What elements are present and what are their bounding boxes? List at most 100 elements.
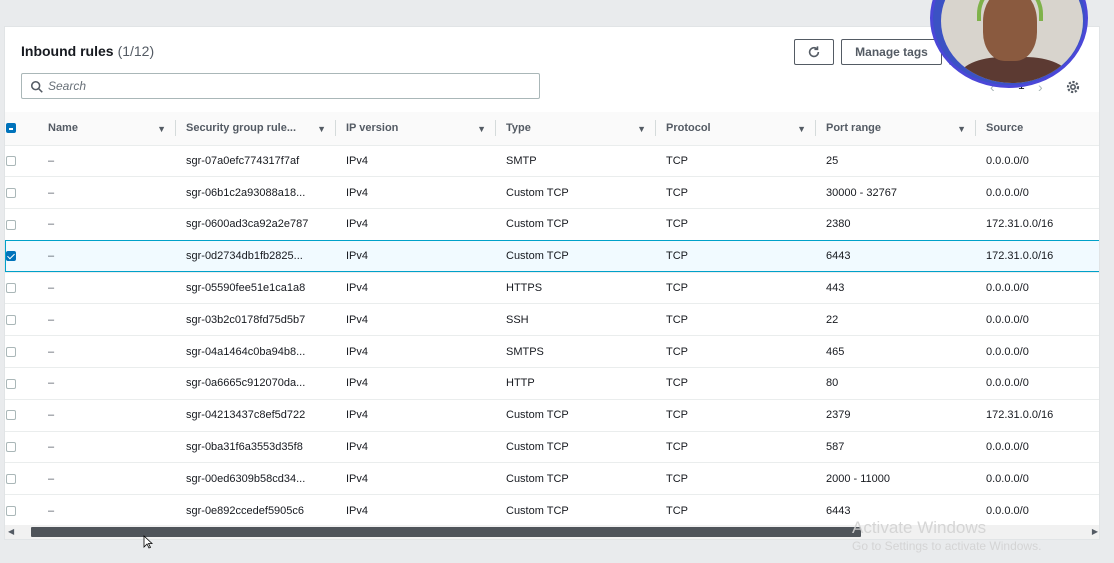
column-header-protocol[interactable]: Protocol ▼: [656, 112, 816, 146]
cell-source: 0.0.0.0/0: [986, 345, 1029, 358]
row-select-cell: [5, 463, 38, 495]
sort-icon[interactable]: ▼: [637, 124, 646, 134]
cell-rule-id: sgr-0d2734db1fb2825...: [186, 250, 303, 263]
row-checkbox[interactable]: [6, 155, 16, 166]
row-select-cell: [5, 240, 38, 272]
sort-icon[interactable]: ▼: [157, 124, 166, 134]
inbound-rules-panel: Inbound rules(1/12) Manage tags ‹ 1 ›: [4, 26, 1100, 540]
watermark-title: Activate Windows: [852, 518, 987, 537]
refresh-icon: [808, 46, 820, 58]
cell-protocol: TCP: [666, 154, 688, 167]
cell-type: Custom TCP: [506, 186, 569, 199]
cell-rule-id: sgr-03b2c0178fd75d5b7: [186, 313, 306, 326]
cell-protocol: TCP: [666, 377, 688, 390]
cell-protocol: TCP: [666, 250, 688, 263]
panel-title: Inbound rules (1/12): [21, 43, 154, 59]
cell-rule-id: sgr-05590fee51e1ca1a8: [186, 282, 306, 295]
row-checkbox[interactable]: [6, 251, 16, 262]
row-checkbox[interactable]: [6, 378, 16, 389]
cell-source: 0.0.0.0/0: [986, 472, 1029, 485]
cell-type: Custom TCP: [506, 441, 569, 454]
row-checkbox[interactable]: [6, 283, 16, 294]
cell-port-range: 22: [826, 313, 839, 326]
cell-port-range: 2379: [826, 409, 851, 422]
table-row[interactable]: – sgr-0a6665c912070da... IPv4 HTTP TCP 80 0.0.…: [5, 368, 1099, 400]
row-select-cell: [5, 272, 38, 304]
cell-port-range: 443: [826, 282, 845, 295]
column-header-port-range[interactable]: Port range ▼: [816, 112, 976, 146]
table-row[interactable]: – sgr-04a1464c0ba94b8... IPv4 SMTPS TCP 465 0.…: [5, 336, 1099, 368]
row-select-cell: [5, 336, 38, 368]
cell-protocol: TCP: [666, 313, 688, 326]
cell-protocol: TCP: [666, 345, 688, 358]
row-checkbox[interactable]: [6, 473, 16, 484]
row-select-cell: [5, 368, 38, 400]
manage-tags-button[interactable]: Manage tags: [841, 39, 942, 65]
table-row[interactable]: – sgr-07a0efc774317f7af IPv4 SMTP TCP 25 0.0.0…: [5, 145, 1099, 177]
table-row[interactable]: – sgr-04213437c8ef5d722 IPv4 Custom TCP TCP 2…: [5, 399, 1099, 432]
table-row[interactable]: – sgr-03b2c0178fd75d5b7 IPv4 SSH TCP 22 0.0.0.…: [5, 304, 1099, 336]
cell-ip-version: IPv4: [346, 504, 369, 517]
row-checkbox[interactable]: [6, 410, 16, 421]
cell-name: –: [48, 282, 55, 295]
column-header-name[interactable]: Name ▼: [38, 112, 176, 146]
cell-type: Custom TCP: [506, 472, 569, 485]
cell-port-range: 465: [826, 345, 845, 358]
cell-port-range: 587: [826, 441, 845, 454]
cell-source: 172.31.0.0/16: [986, 218, 1054, 231]
cell-source: 172.31.0.0/16: [986, 409, 1054, 422]
row-checkbox[interactable]: [6, 346, 16, 357]
column-header-type[interactable]: Type ▼: [496, 112, 656, 146]
search-field[interactable]: [21, 73, 540, 99]
table-row[interactable]: – sgr-0600ad3ca92a2e787 IPv4 Custom TCP TCP 2…: [5, 209, 1099, 241]
row-checkbox[interactable]: [6, 219, 16, 230]
scroll-left-icon[interactable]: ◀: [8, 527, 14, 536]
row-select-cell: [5, 399, 38, 431]
row-select-cell: [5, 304, 38, 336]
table-row[interactable]: – sgr-00ed6309b58cd34... IPv4 Custom TCP TCP…: [5, 463, 1099, 495]
activate-windows-watermark: Activate Windows Go to Settings to activ…: [852, 518, 1041, 553]
row-select-cell: [5, 209, 38, 241]
row-checkbox[interactable]: [6, 314, 16, 325]
cell-ip-version: IPv4: [346, 154, 369, 167]
row-checkbox[interactable]: [6, 187, 16, 198]
cell-source: 0.0.0.0/0: [986, 154, 1029, 167]
sort-icon[interactable]: ▼: [957, 124, 966, 134]
cell-name: –: [48, 154, 55, 167]
refresh-button[interactable]: [794, 39, 834, 65]
table-header-row: Name ▼ Security group rule... ▼ IP version…: [5, 112, 1099, 146]
table-row[interactable]: – sgr-06b1c2a93088a18... IPv4 Custom TCP TCP…: [5, 177, 1099, 209]
table-row[interactable]: – sgr-0ba31f6a3553d35f8 IPv4 Custom TCP TCP 5…: [5, 431, 1099, 463]
cell-type: Custom TCP: [506, 218, 569, 231]
sort-icon[interactable]: ▼: [317, 124, 326, 134]
column-label: Type: [506, 122, 531, 135]
sort-icon[interactable]: ▼: [797, 124, 806, 134]
cell-type: SSH: [506, 313, 529, 326]
cell-protocol: TCP: [666, 504, 688, 517]
watermark-subtitle: Go to Settings to activate Windows.: [852, 539, 1042, 553]
cell-ip-version: IPv4: [346, 472, 369, 485]
column-header-rule-id[interactable]: Security group rule... ▼: [176, 112, 336, 146]
cell-ip-version: IPv4: [346, 377, 369, 390]
cell-port-range: 25: [826, 154, 839, 167]
column-label: Port range: [826, 122, 882, 135]
scrollbar-thumb[interactable]: [31, 527, 861, 537]
cell-rule-id: sgr-07a0efc774317f7af: [186, 154, 300, 167]
cell-rule-id: sgr-00ed6309b58cd34...: [186, 472, 306, 485]
sort-icon[interactable]: ▼: [477, 124, 486, 134]
search-input[interactable]: [48, 77, 528, 95]
cell-port-range: 2380: [826, 218, 851, 231]
row-checkbox[interactable]: [6, 442, 16, 453]
row-select-cell: [5, 145, 38, 177]
table-row[interactable]: – sgr-05590fee51e1ca1a8 IPv4 HTTPS TCP 443 0.0…: [5, 272, 1099, 304]
scroll-right-icon[interactable]: ▶: [1092, 527, 1098, 536]
column-header-source[interactable]: Source: [976, 112, 1099, 146]
column-header-ip-version[interactable]: IP version ▼: [336, 112, 496, 146]
cell-name: –: [48, 504, 55, 517]
row-select-cell: [5, 495, 38, 527]
table-row[interactable]: – sgr-0d2734db1fb2825... IPv4 Custom TCP TCP…: [5, 240, 1099, 273]
cell-source: 0.0.0.0/0: [986, 282, 1029, 295]
select-all-checkbox[interactable]: [6, 123, 16, 134]
cell-rule-id: sgr-0600ad3ca92a2e787: [186, 218, 309, 231]
row-checkbox[interactable]: [6, 505, 16, 516]
